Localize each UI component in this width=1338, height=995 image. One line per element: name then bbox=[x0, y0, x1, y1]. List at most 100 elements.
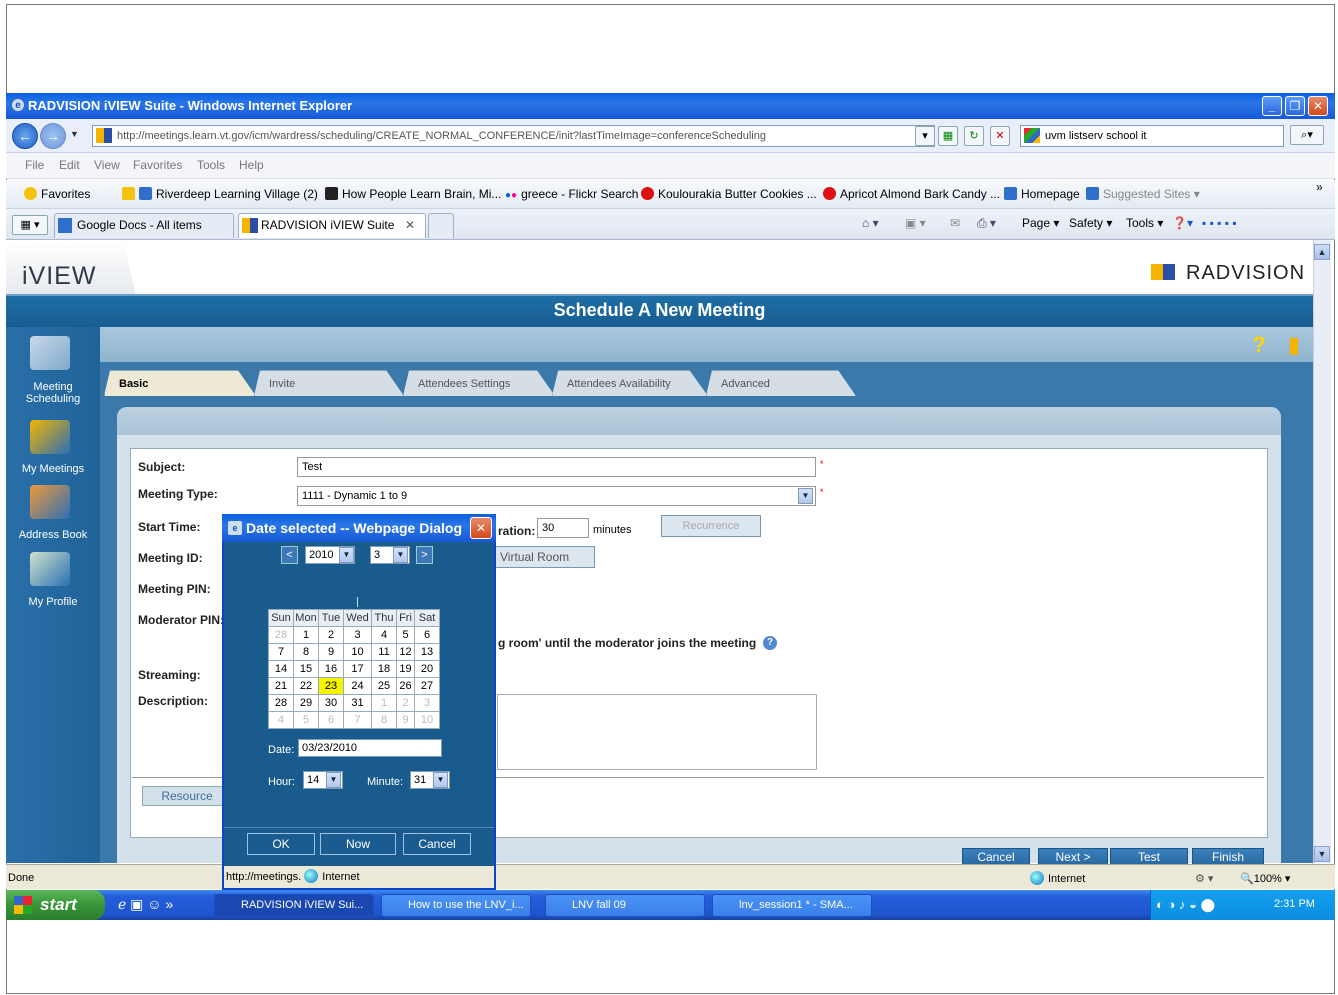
calendar-day[interactable]: 4 bbox=[371, 626, 397, 644]
calendar-day[interactable]: 10 bbox=[343, 643, 372, 661]
help-info-icon[interactable]: ? bbox=[763, 636, 777, 650]
dialog-close-button[interactable]: ✕ bbox=[470, 517, 492, 539]
calendar-day[interactable]: 15 bbox=[293, 660, 319, 678]
calendar-day[interactable]: 13 bbox=[414, 643, 440, 661]
taskbar-item-how-to-use[interactable]: How to use the LNV_i... bbox=[381, 894, 531, 917]
tab-basic[interactable]: Basic bbox=[104, 370, 256, 396]
address-book-icon[interactable] bbox=[30, 485, 70, 519]
home-icon[interactable]: ⌂ ▾ bbox=[862, 216, 879, 230]
sidebar-item-my-meetings[interactable]: My Meetings bbox=[6, 463, 100, 475]
virtual-room-button[interactable]: Virtual Room bbox=[495, 546, 595, 568]
tray-icons[interactable]: ◐ ◑ ♪ ◒ ⬤ bbox=[1156, 897, 1215, 913]
calendar-day[interactable]: 22 bbox=[293, 677, 319, 695]
fav-koulourakia[interactable]: Koulourakia Butter Cookies ... bbox=[641, 187, 817, 201]
history-dropdown-icon[interactable]: ▼ bbox=[70, 129, 79, 139]
chevron-down-icon[interactable]: ▼ bbox=[798, 488, 813, 504]
chevron-down-icon[interactable]: ▼ bbox=[326, 772, 341, 788]
favorites-button[interactable]: Favorites bbox=[24, 187, 90, 201]
chevron-more-icon[interactable]: » bbox=[1316, 180, 1323, 194]
calendar-day[interactable]: 28 bbox=[268, 626, 294, 644]
calendar-day[interactable]: 14 bbox=[268, 660, 294, 678]
search-button[interactable]: ⌕▾ bbox=[1290, 125, 1324, 145]
date-input[interactable]: 03/23/2010 bbox=[298, 739, 442, 757]
calendar-day[interactable]: 20 bbox=[414, 660, 440, 678]
tab-attendees-settings[interactable]: Attendees Settings bbox=[403, 370, 555, 396]
meeting-type-select[interactable]: 1111 - Dynamic 1 to 9 bbox=[297, 486, 816, 506]
tools-menu[interactable]: Tools ▾ bbox=[1126, 216, 1163, 230]
next-month-button[interactable]: > bbox=[416, 546, 433, 564]
close-window-button[interactable]: ✕ bbox=[1308, 96, 1328, 116]
my-meetings-icon[interactable] bbox=[30, 420, 70, 454]
calendar-day[interactable]: 7 bbox=[343, 711, 372, 729]
calendar-day[interactable]: 6 bbox=[414, 626, 440, 644]
calendar-day[interactable]: 29 bbox=[293, 694, 319, 712]
toolbar-icons[interactable]: ▪ ▪ ▪ ▪ ▪ bbox=[1202, 216, 1237, 230]
menu-file[interactable]: File bbox=[25, 158, 44, 172]
calendar-day[interactable]: 11 bbox=[371, 643, 397, 661]
duration-input[interactable]: 30 bbox=[537, 518, 589, 538]
calendar-day[interactable]: 28 bbox=[268, 694, 294, 712]
calendar-day[interactable]: 1 bbox=[293, 626, 319, 644]
zoom-level[interactable]: 🔍100% ▾ bbox=[1240, 872, 1290, 885]
calendar-day[interactable]: 27 bbox=[414, 677, 440, 695]
quick-tabs-button[interactable]: ▦ ▾ bbox=[12, 215, 48, 235]
calendar-day[interactable]: 5 bbox=[293, 711, 319, 729]
stop-icon[interactable]: ✕ bbox=[990, 126, 1010, 146]
calendar-day[interactable]: 24 bbox=[343, 677, 372, 695]
next-button[interactable]: Next > bbox=[1038, 848, 1108, 865]
compatibility-icon[interactable]: ▦ bbox=[938, 126, 958, 146]
taskbar-item-lnv-session[interactable]: lnv_session1 * - SMA... bbox=[712, 894, 872, 917]
mail-icon[interactable]: ✉ bbox=[950, 216, 960, 230]
test-button[interactable]: Test bbox=[1110, 848, 1188, 865]
now-button[interactable]: Now bbox=[320, 833, 396, 855]
calendar-day[interactable]: 3 bbox=[414, 694, 440, 712]
calendar-day[interactable]: 19 bbox=[396, 660, 415, 678]
maximize-button[interactable]: ❐ bbox=[1285, 96, 1305, 116]
sidebar-item-my-profile[interactable]: My Profile bbox=[6, 596, 100, 608]
chevron-down-icon[interactable]: ▼ bbox=[433, 772, 448, 788]
fav-apricot[interactable]: Apricot Almond Bark Candy ... bbox=[823, 187, 1000, 201]
calendar-day[interactable]: 18 bbox=[371, 660, 397, 678]
tab-advanced[interactable]: Advanced bbox=[706, 370, 856, 396]
menu-edit[interactable]: Edit bbox=[59, 158, 80, 172]
search-input[interactable]: uvm listserv school it bbox=[1020, 125, 1284, 147]
tab-close-icon[interactable]: ✕ bbox=[405, 214, 415, 237]
chevron-down-icon[interactable]: ▼ bbox=[339, 547, 354, 563]
calendar-day[interactable]: 12 bbox=[396, 643, 415, 661]
calendar-day[interactable]: 5 bbox=[396, 626, 415, 644]
cancel-button[interactable]: Cancel bbox=[962, 848, 1030, 865]
sidebar-item-address-book[interactable]: Address Book bbox=[6, 529, 100, 541]
page-scrollbar[interactable] bbox=[1313, 240, 1331, 863]
recurrence-button[interactable]: Recurrence bbox=[661, 515, 761, 537]
tab-google-docs[interactable]: Google Docs - All items bbox=[54, 213, 234, 238]
tab-radvision[interactable]: RADVISION iVIEW Suite ✕ bbox=[238, 213, 426, 238]
scroll-down-icon[interactable]: ▼ bbox=[1314, 846, 1330, 862]
exit-door-icon[interactable]: ▮ bbox=[1280, 331, 1308, 359]
address-input[interactable]: http://meetings.learn.vt.gov/icm/wardres… bbox=[92, 125, 935, 147]
fav-homepage[interactable]: Homepage bbox=[1004, 187, 1080, 201]
address-dropdown-button[interactable]: ▾ bbox=[915, 126, 935, 146]
calendar-day[interactable]: 9 bbox=[318, 643, 344, 661]
fav-flickr[interactable]: ●● greece - Flickr Search bbox=[505, 187, 638, 201]
calendar-day[interactable]: 10 bbox=[414, 711, 440, 729]
tab-attendees-availability[interactable]: Attendees Availability bbox=[552, 370, 708, 396]
help-question-icon[interactable]: ? bbox=[1245, 331, 1273, 359]
meeting-scheduling-icon[interactable] bbox=[30, 336, 70, 370]
menu-help[interactable]: Help bbox=[239, 158, 264, 172]
calendar-day[interactable]: 2 bbox=[396, 694, 415, 712]
menu-tools[interactable]: Tools bbox=[197, 158, 225, 172]
page-menu[interactable]: Page ▾ bbox=[1022, 216, 1059, 230]
protected-mode-icon[interactable]: ⚙ ▾ bbox=[1195, 872, 1213, 885]
safety-menu[interactable]: Safety ▾ bbox=[1069, 216, 1112, 230]
menu-view[interactable]: View bbox=[94, 158, 120, 172]
prev-month-button[interactable]: < bbox=[281, 546, 298, 564]
tab-invite[interactable]: Invite bbox=[254, 370, 404, 396]
calendar-day[interactable]: 9 bbox=[396, 711, 415, 729]
calendar-day[interactable]: 1 bbox=[371, 694, 397, 712]
fav-suggested-sites[interactable]: Suggested Sites ▾ bbox=[1086, 187, 1200, 201]
calendar-day[interactable]: 30 bbox=[318, 694, 344, 712]
resources-button[interactable]: Resource bbox=[142, 786, 232, 806]
description-textarea[interactable] bbox=[497, 694, 817, 770]
sidebar-item-meeting-scheduling[interactable]: Meeting Scheduling bbox=[6, 381, 100, 405]
calendar-day[interactable]: 8 bbox=[293, 643, 319, 661]
